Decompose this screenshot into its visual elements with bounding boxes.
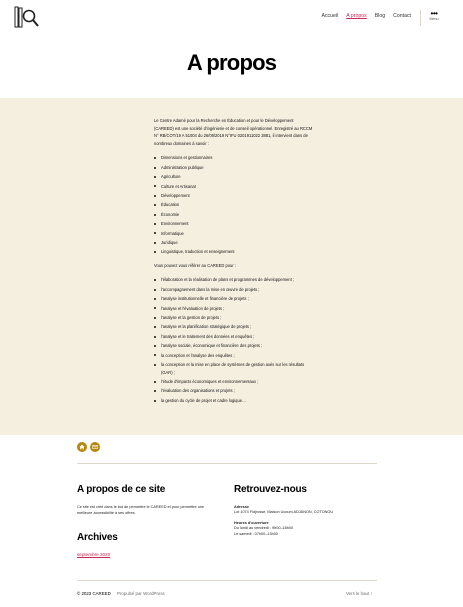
list-item: Agriculture bbox=[154, 173, 314, 181]
domains-list: Dimensions et gestionnaires Administrati… bbox=[154, 154, 314, 256]
nav-home[interactable]: Accueil bbox=[322, 13, 339, 19]
copyright-text[interactable]: © 2023 CAREED bbox=[77, 591, 111, 596]
intro-paragraph: Le Centre Adamé pour la Recherche en Édu… bbox=[154, 118, 313, 146]
list-item: l'analyse et l'évaluation de projets ; bbox=[154, 305, 314, 313]
about-widget-text: Ce site est créé dans le but de permettr… bbox=[77, 505, 205, 515]
list-item: Dimensions et gestionnaires bbox=[154, 154, 314, 162]
list-item: Économie bbox=[154, 211, 314, 219]
mail-icon[interactable] bbox=[90, 442, 100, 452]
list-item: Éducation bbox=[154, 201, 314, 209]
nav-separator bbox=[420, 10, 421, 26]
list-item: Informatique bbox=[154, 230, 314, 238]
list-item: l'analyse et le traitement des données e… bbox=[154, 333, 314, 341]
list-item: la conception et la mise en place de sys… bbox=[154, 361, 314, 376]
content-section: Le Centre Adamé pour la Recherche en Édu… bbox=[0, 98, 463, 435]
menu-label: Menu bbox=[429, 17, 439, 21]
archives-widget-title: Archives bbox=[77, 532, 118, 543]
list-item: la gestion du cycle de projet et cadre l… bbox=[154, 397, 314, 405]
nav-about[interactable]: A propos bbox=[346, 13, 366, 19]
hours-saturday: Le samedi : 07h00–13h00 bbox=[234, 531, 278, 536]
footer-credits: © 2023 CAREED Propulsé par WordPress bbox=[77, 591, 165, 596]
list-item: l'élaboration et la réalisation de plans… bbox=[154, 276, 314, 284]
menu-button[interactable]: ••• Menu bbox=[427, 9, 441, 22]
entry-content: Le Centre Adamé pour la Recherche en Édu… bbox=[154, 117, 314, 410]
list-item: l'analyse sociale, économique et financi… bbox=[154, 342, 314, 350]
services-intro: Vous pouvez vous référer au CAREED pour … bbox=[154, 262, 236, 268]
footer-divider bbox=[77, 463, 377, 464]
list-item: l'accompagnement dans la mise en œuvre d… bbox=[154, 286, 314, 294]
nav-contact[interactable]: Contact bbox=[393, 13, 411, 19]
about-widget-title: A propos de ce site bbox=[77, 484, 166, 495]
archive-link[interactable]: septembre 2020 bbox=[77, 552, 110, 557]
list-item: Linguistique, traduction et enseignement bbox=[154, 248, 314, 256]
site-header: Accueil A propos Blog Contact ••• Menu bbox=[0, 0, 463, 40]
list-item: l'analyse et la gestion de projets ; bbox=[154, 314, 314, 322]
list-item: l'analyse et la planification stratégiqu… bbox=[154, 323, 314, 331]
contact-widget-title: Retrouvez-nous bbox=[234, 484, 307, 495]
list-item: Culture et Artisanat bbox=[154, 183, 314, 191]
home-icon[interactable] bbox=[77, 442, 87, 452]
services-list: l'élaboration et la réalisation de plans… bbox=[154, 276, 314, 404]
list-item: l'évaluation des organisations et projet… bbox=[154, 387, 314, 395]
list-item: Administration publique bbox=[154, 164, 314, 172]
list-item: l'étude d'impacts économiques et environ… bbox=[154, 378, 314, 386]
list-item: Environnement bbox=[154, 220, 314, 228]
footer-bottom-divider bbox=[77, 580, 377, 581]
primary-nav: Accueil A propos Blog Contact bbox=[322, 13, 412, 19]
contact-details: Adresse Lot 1074 Fidjrossè, Maison Ucoum… bbox=[234, 505, 384, 537]
nav-blog[interactable]: Blog bbox=[375, 13, 385, 19]
list-item: la conception et l'analyse des enquêtes … bbox=[154, 352, 314, 360]
back-to-top-link[interactable]: Vers le haut ↑ bbox=[346, 591, 373, 596]
page-title: A propos bbox=[186, 50, 277, 75]
list-item: l'analyse institutionnelle et financière… bbox=[154, 295, 314, 303]
list-item: Développement bbox=[154, 192, 314, 200]
more-dots-icon: ••• bbox=[430, 9, 438, 18]
list-item: Juridique bbox=[154, 239, 314, 247]
powered-by-link[interactable]: Propulsé par WordPress bbox=[117, 591, 165, 596]
social-links bbox=[77, 442, 100, 452]
magnifier-book-logo-icon[interactable] bbox=[14, 6, 40, 30]
